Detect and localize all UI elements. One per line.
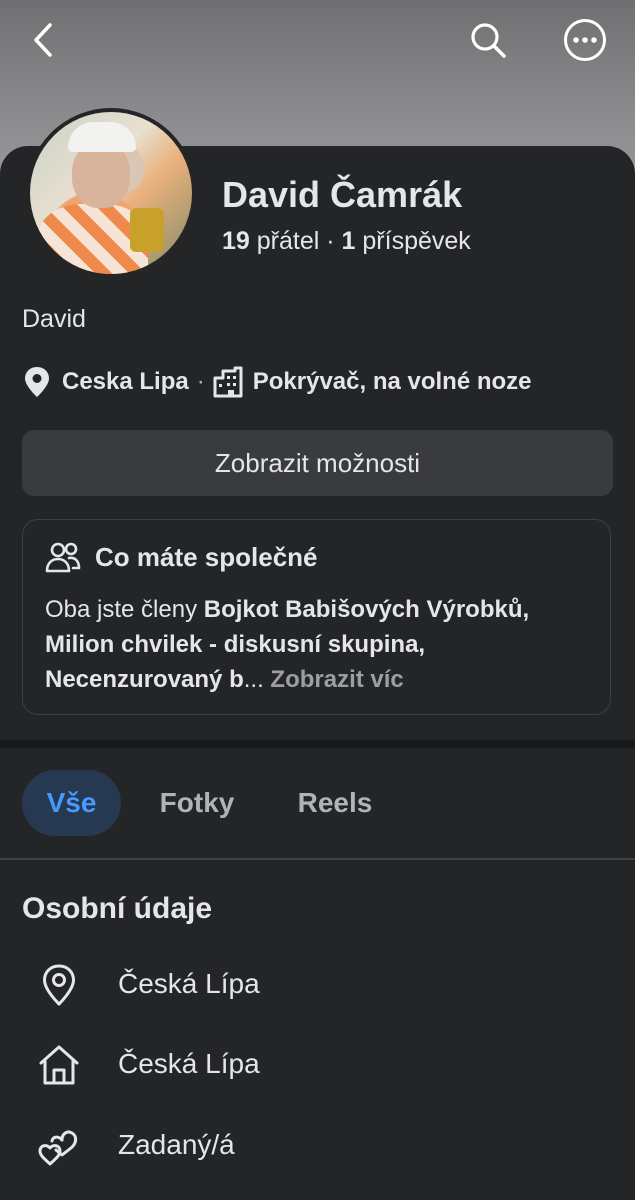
intro-separator: ·: [196, 368, 205, 395]
common-box[interactable]: Co máte společné Oba jste členy Bojkot B…: [22, 519, 611, 715]
tabs-divider: [0, 858, 635, 860]
posts-label: příspěvek: [362, 227, 471, 255]
info-icon-wrap: [36, 1123, 82, 1169]
common-title: Co máte společné: [45, 540, 318, 574]
current-city-text: Česká Lípa: [118, 968, 260, 999]
intro-line: Ceska Lipa · Pokrývač, na volné noze: [22, 364, 532, 400]
building-icon: [213, 366, 243, 398]
show-options-button[interactable]: Zobrazit možnosti: [22, 430, 613, 496]
common-text: Oba jste členy Bojkot Babišových Výrobků…: [45, 592, 590, 697]
profile-tabs: Vše Fotky Reels: [0, 770, 635, 840]
personal-details-title: Osobní údaje: [22, 892, 213, 925]
avatar[interactable]: [26, 108, 196, 278]
search-button[interactable]: [466, 18, 510, 62]
section-divider: [0, 740, 635, 748]
work-text[interactable]: Pokrývač, na volné noze: [253, 368, 532, 396]
location-pin-outline-icon: [43, 964, 75, 1006]
people-icon: [45, 542, 81, 573]
friends-count[interactable]: 19: [222, 227, 250, 255]
tab-reels[interactable]: Reels: [282, 770, 388, 836]
profile-photo: [30, 112, 192, 274]
location-text[interactable]: Ceska Lipa: [62, 368, 189, 396]
search-icon: [471, 23, 506, 58]
tab-photos[interactable]: Fotky: [146, 770, 248, 836]
stats-separator: ·: [326, 227, 335, 255]
info-row-current-city[interactable]: Česká Lípa: [0, 956, 635, 1016]
profile-name: David Čamrák: [222, 174, 463, 215]
more-options-button[interactable]: [561, 16, 609, 64]
posts-count: 1: [341, 227, 356, 255]
more-options-icon: [564, 19, 606, 61]
info-icon-wrap: [36, 962, 82, 1008]
common-ellipsis: ...: [243, 666, 264, 693]
common-title-text: Co máte společné: [95, 541, 318, 572]
hearts-icon: [38, 1130, 78, 1166]
friends-label[interactable]: přátel: [257, 227, 320, 255]
location-pin-icon: [25, 367, 49, 397]
back-button[interactable]: [22, 18, 66, 62]
info-row-hometown[interactable]: Česká Lípa: [0, 1036, 635, 1096]
home-icon: [39, 1045, 79, 1085]
relationship-text: Zadaný/á: [118, 1129, 235, 1160]
chevron-left-icon: [34, 23, 52, 57]
common-intro: Oba jste členy: [45, 596, 204, 623]
info-row-relationship[interactable]: Zadaný/á: [0, 1117, 635, 1177]
profile-stats: 19 přátel · 1 příspěvek: [222, 227, 471, 256]
hometown-text: Česká Lípa: [118, 1048, 260, 1079]
show-more-link[interactable]: Zobrazit víc: [270, 666, 403, 693]
profile-bio: David: [22, 305, 86, 333]
tab-all[interactable]: Vše: [22, 770, 121, 836]
info-icon-wrap: [36, 1042, 82, 1088]
